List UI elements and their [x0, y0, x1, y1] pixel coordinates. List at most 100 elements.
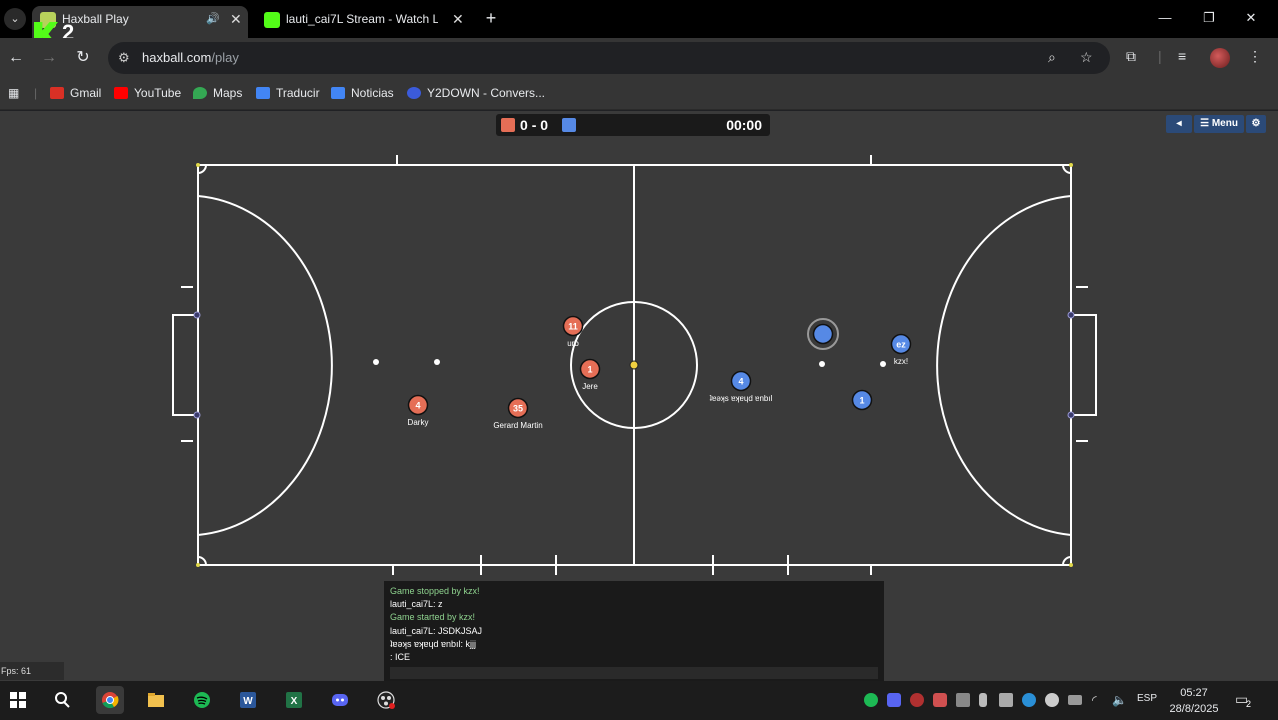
folder-icon — [148, 693, 164, 707]
close-window-button[interactable]: ✕ — [1236, 6, 1266, 30]
battery-icon[interactable] — [1068, 695, 1082, 705]
chat-line: lauti_cai7L: z — [390, 599, 443, 610]
news-icon — [331, 87, 345, 99]
app-tray-icon[interactable] — [933, 693, 947, 707]
back-button[interactable]: ← — [4, 46, 28, 70]
language-indicator[interactable]: ESP — [1137, 693, 1157, 704]
profile-avatar[interactable] — [1210, 48, 1230, 68]
obs-icon — [377, 691, 395, 709]
microphone-icon[interactable] — [979, 693, 987, 707]
goal-post — [1067, 311, 1075, 319]
right-penalty-arc — [936, 195, 1072, 536]
new-tab-button[interactable]: + — [482, 6, 500, 30]
player-number: 35 — [513, 404, 523, 414]
device-tray-icon[interactable] — [956, 693, 970, 707]
forward-button[interactable]: → — [37, 46, 61, 70]
taskbar-word[interactable]: W — [234, 686, 262, 714]
player-disc: 4 Darky — [408, 394, 428, 427]
haxball-game[interactable]: 11 urb 1 Jere 4 Darky 35 Gerard Martin 4 ʇɐǝʞs ɐʞ… — [0, 111, 1278, 681]
player-disc: ez kzx! — [890, 333, 912, 366]
address-bar[interactable]: ⚙ haxball.com/play ⌕ ☆ — [108, 42, 1110, 74]
obs-tray-icon[interactable] — [910, 693, 924, 707]
hp-tray-icon[interactable] — [1022, 693, 1036, 707]
fps-counter: Fps: 61 — [0, 662, 64, 680]
tab-stream[interactable]: lauti_cai7L Stream - Watch Live ✕ — [256, 6, 472, 38]
bookmark-traducir[interactable]: Traducir — [256, 86, 320, 100]
penalty-spot — [373, 359, 379, 365]
red-team-icon — [501, 118, 515, 132]
maps-icon — [193, 87, 207, 99]
more-menu-icon[interactable]: ⋮ — [1248, 48, 1262, 65]
taskbar-chrome[interactable] — [96, 686, 124, 714]
volume-icon[interactable]: 🔈 — [1112, 693, 1127, 707]
player-disc: 1 — [851, 389, 873, 411]
windows-taskbar: W X ◜ 🔈 ESP 05:27 28/8/2025 ▭ 2 — [0, 681, 1278, 720]
discord-tray-icon[interactable] — [887, 693, 901, 707]
apps-grid-icon[interactable]: ▦ — [8, 86, 19, 100]
translate-icon — [256, 87, 270, 99]
chat-line: ʇɐǝʞs ɐʞɐɥd ɐnbıl: kjjj — [390, 638, 477, 649]
security-tray-icon[interactable] — [999, 693, 1013, 707]
taskbar-obs[interactable] — [372, 686, 400, 714]
close-tab-icon[interactable]: ✕ — [452, 6, 464, 32]
extensions-icon[interactable]: ⧉ — [1126, 48, 1136, 65]
svg-text:W: W — [243, 696, 253, 707]
taskbar-explorer[interactable] — [142, 686, 170, 714]
player-number: 1 — [587, 365, 592, 375]
player-number: ez — [896, 340, 906, 350]
player-number: 4 — [738, 377, 743, 387]
menu-button[interactable]: ☰ Menu — [1194, 115, 1244, 133]
zoom-icon[interactable]: ⌕ — [1048, 49, 1056, 66]
chat-input[interactable] — [390, 667, 878, 679]
player-disc: 4 ʇɐǝʞs ɐʞɐɥd ɐnbıl — [710, 370, 773, 403]
network-globe-icon[interactable] — [1045, 693, 1059, 707]
gmail-icon — [50, 87, 64, 99]
penalty-spot — [434, 359, 440, 365]
media-control-icon[interactable]: ≡ — [1178, 48, 1186, 64]
left-penalty-arc — [197, 195, 333, 536]
spotify-tray-icon[interactable] — [864, 693, 878, 707]
player-circle — [812, 323, 834, 345]
system-clock[interactable]: 05:27 28/8/2025 — [1164, 685, 1224, 717]
player-number: 1 — [859, 396, 864, 406]
speaker-icon[interactable]: 🔊 — [206, 6, 220, 32]
search-button[interactable] — [48, 686, 76, 714]
bookmark-maps[interactable]: Maps — [193, 86, 242, 100]
bookmark-youtube[interactable]: YouTube — [114, 86, 181, 100]
site-info-icon[interactable]: ⚙ — [118, 50, 130, 66]
taskbar-discord[interactable] — [326, 686, 354, 714]
bookmark-star-icon[interactable]: ☆ — [1080, 49, 1093, 66]
close-tab-icon[interactable]: ✕ — [230, 6, 242, 32]
restore-button[interactable]: ❐ — [1194, 6, 1224, 30]
y2down-icon — [407, 87, 421, 99]
minimize-button[interactable]: — — [1150, 6, 1180, 30]
corner-dot — [196, 163, 200, 167]
svg-text:X: X — [291, 696, 298, 707]
tab-search-button[interactable]: ⌄ — [4, 8, 26, 30]
scoreboard: 0 - 0 00:00 — [496, 114, 770, 136]
tab-strip: ⌄ Haxball Play 🔊 ✕ lauti_cai7L Stream - … — [0, 0, 1278, 46]
bookmark-gmail[interactable]: Gmail — [50, 86, 101, 100]
youtube-icon — [114, 87, 128, 99]
taskbar-spotify[interactable] — [188, 686, 216, 714]
reload-button[interactable]: ↻ — [71, 46, 95, 70]
taskbar-excel[interactable]: X — [280, 686, 308, 714]
bookmark-y2down[interactable]: Y2DOWN - Convers... — [407, 86, 545, 100]
clock-time: 05:27 — [1180, 687, 1208, 699]
player-name: urb — [567, 339, 579, 348]
url-text[interactable]: haxball.com/play — [142, 50, 239, 65]
settings-gear-icon[interactable]: ⚙ — [1246, 115, 1266, 133]
player-number: 4 — [415, 401, 420, 411]
word-icon: W — [240, 692, 256, 708]
chat-line: Game stopped by kzx! — [390, 586, 480, 596]
notification-count: 2 — [1246, 699, 1252, 709]
corner-dot — [196, 563, 200, 567]
bookmark-noticias[interactable]: Noticias — [331, 86, 394, 100]
goal-post — [1067, 411, 1075, 419]
goal-post — [193, 311, 201, 319]
player-disc: 1 Jere — [579, 358, 601, 391]
wifi-icon[interactable]: ◜ — [1092, 693, 1106, 707]
start-button[interactable] — [4, 686, 32, 714]
windows-icon — [10, 692, 26, 708]
sound-toggle-button[interactable]: ◂ — [1166, 115, 1192, 133]
